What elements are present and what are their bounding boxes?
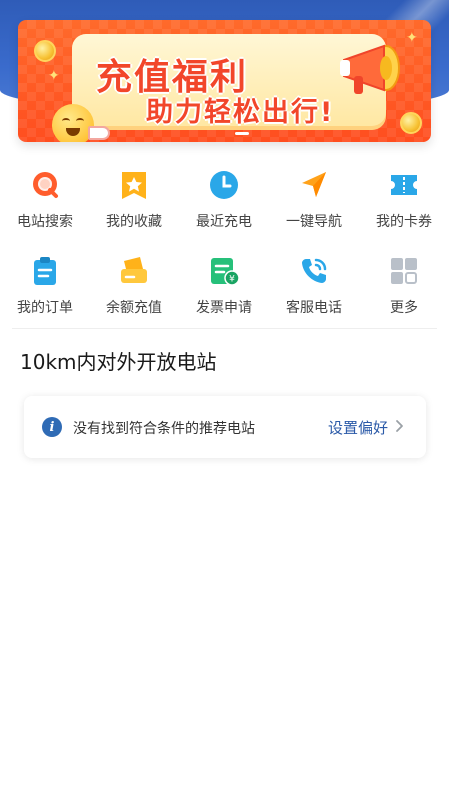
menu-item-favorites[interactable]: 我的收藏 xyxy=(89,168,179,238)
navigation-icon xyxy=(298,168,330,202)
menu-item-customer-service[interactable]: 客服电话 xyxy=(269,254,359,324)
invoice-icon: ¥ xyxy=(208,254,240,288)
menu-item-label: 我的收藏 xyxy=(106,214,162,230)
search-icon xyxy=(29,168,61,202)
menu-item-more[interactable]: 更多 xyxy=(359,254,449,324)
small-horn-icon xyxy=(88,126,110,140)
menu-item-recent-charge[interactable]: 最近充电 xyxy=(179,168,269,238)
menu-item-recharge[interactable]: 余额充值 xyxy=(89,254,179,324)
chevron-right-icon[interactable] xyxy=(392,418,406,434)
coin-icon xyxy=(34,40,56,62)
order-icon xyxy=(29,254,61,288)
menu-item-invoice[interactable]: ¥ 发票申请 xyxy=(179,254,269,324)
star-icon xyxy=(118,168,150,202)
menu-item-station-search[interactable]: 电站搜索 xyxy=(0,168,90,238)
carousel-indicator xyxy=(235,132,249,135)
menu-item-label: 最近充电 xyxy=(196,214,252,230)
menu-item-coupons[interactable]: 我的卡券 xyxy=(359,168,449,238)
info-icon: i xyxy=(42,417,62,437)
menu-item-label: 我的订单 xyxy=(17,300,73,316)
svg-text:¥: ¥ xyxy=(229,275,235,285)
menu-item-label: 发票申请 xyxy=(196,300,252,316)
card-recharge-icon xyxy=(118,254,150,288)
menu-item-label: 更多 xyxy=(390,300,418,316)
set-preference-link[interactable]: 设置偏好 xyxy=(328,417,388,438)
menu-item-label: 余额充值 xyxy=(106,300,162,316)
sparkle-icon: ✦ xyxy=(48,68,60,84)
menu-item-label: 我的卡券 xyxy=(376,214,432,230)
empty-result-card: i 没有找到符合条件的推荐电站 设置偏好 xyxy=(24,396,426,458)
quick-menu-grid: 电站搜索 我的收藏 最近充电 一键导航 我的卡券 我的订单 余额充值 ¥ 发票申… xyxy=(0,168,449,340)
banner-subtitle: 助力轻松出行! xyxy=(146,97,335,128)
empty-message: 没有找到符合条件的推荐电站 xyxy=(73,421,255,437)
quick-menu-row: 电站搜索 我的收藏 最近充电 一键导航 我的卡券 xyxy=(0,168,449,254)
coin-icon xyxy=(400,112,422,134)
sparkle-icon: ✦ xyxy=(406,30,418,46)
clock-icon xyxy=(208,168,240,202)
nearby-section-title: 10km内对外开放电站 xyxy=(20,350,217,374)
menu-item-label: 电站搜索 xyxy=(17,214,73,230)
coupon-icon xyxy=(388,168,420,202)
more-grid-icon xyxy=(388,254,420,288)
menu-item-label: 客服电话 xyxy=(286,300,342,316)
section-divider xyxy=(12,328,437,329)
promo-banner[interactable]: ✦ ✦ 充值福利 助力轻松出行! xyxy=(18,20,431,142)
megaphone-icon xyxy=(340,44,400,94)
menu-item-navigation[interactable]: 一键导航 xyxy=(269,168,359,238)
menu-item-orders[interactable]: 我的订单 xyxy=(0,254,90,324)
phone-icon xyxy=(298,254,330,288)
menu-item-label: 一键导航 xyxy=(286,214,342,230)
